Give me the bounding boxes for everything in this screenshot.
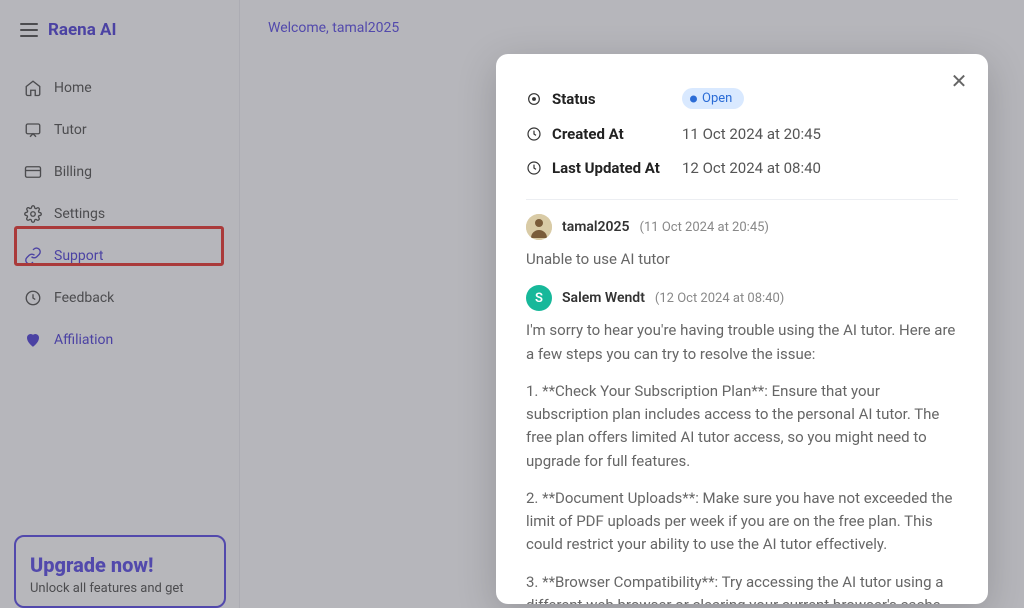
meta-created: Created At 11 Oct 2024 at 20:45 xyxy=(526,117,958,151)
message-body: I'm sorry to hear you're having trouble … xyxy=(526,319,958,604)
paragraph: 3. **Browser Compatibility**: Try access… xyxy=(526,571,958,605)
avatar: S xyxy=(526,285,552,311)
clock-icon xyxy=(526,160,542,176)
message-author: tamal2025 xyxy=(562,219,630,235)
paragraph: 1. **Check Your Subscription Plan**: Ens… xyxy=(526,380,958,473)
message-time: (11 Oct 2024 at 20:45) xyxy=(640,220,769,235)
target-icon xyxy=(526,91,542,107)
avatar xyxy=(526,214,552,240)
message-agent: S Salem Wendt (12 Oct 2024 at 08:40) I'm… xyxy=(526,285,958,604)
message-user: tamal2025 (11 Oct 2024 at 20:45) Unable … xyxy=(526,214,958,271)
close-icon[interactable]: ✕ xyxy=(946,68,972,94)
paragraph: I'm sorry to hear you're having trouble … xyxy=(526,319,958,366)
meta-status: Status Open xyxy=(526,80,958,117)
message-body: Unable to use AI tutor xyxy=(526,248,958,271)
ticket-modal: ✕ Status Open Created At 11 Oct 2024 at … xyxy=(496,54,988,604)
message-header: tamal2025 (11 Oct 2024 at 20:45) xyxy=(526,214,958,240)
updated-label: Last Updated At xyxy=(552,159,662,177)
paragraph: 2. **Document Uploads**: Make sure you h… xyxy=(526,487,958,557)
divider xyxy=(526,199,958,200)
message-time: (12 Oct 2024 at 08:40) xyxy=(655,291,784,306)
message-header: S Salem Wendt (12 Oct 2024 at 08:40) xyxy=(526,285,958,311)
clock-icon xyxy=(526,126,542,142)
updated-value: 12 Oct 2024 at 08:40 xyxy=(682,159,821,177)
meta-updated: Last Updated At 12 Oct 2024 at 08:40 xyxy=(526,151,958,185)
status-label: Status xyxy=(552,90,662,108)
created-label: Created At xyxy=(552,125,662,143)
message-author: Salem Wendt xyxy=(562,290,645,306)
created-value: 11 Oct 2024 at 20:45 xyxy=(682,125,821,143)
status-badge: Open xyxy=(682,88,744,109)
